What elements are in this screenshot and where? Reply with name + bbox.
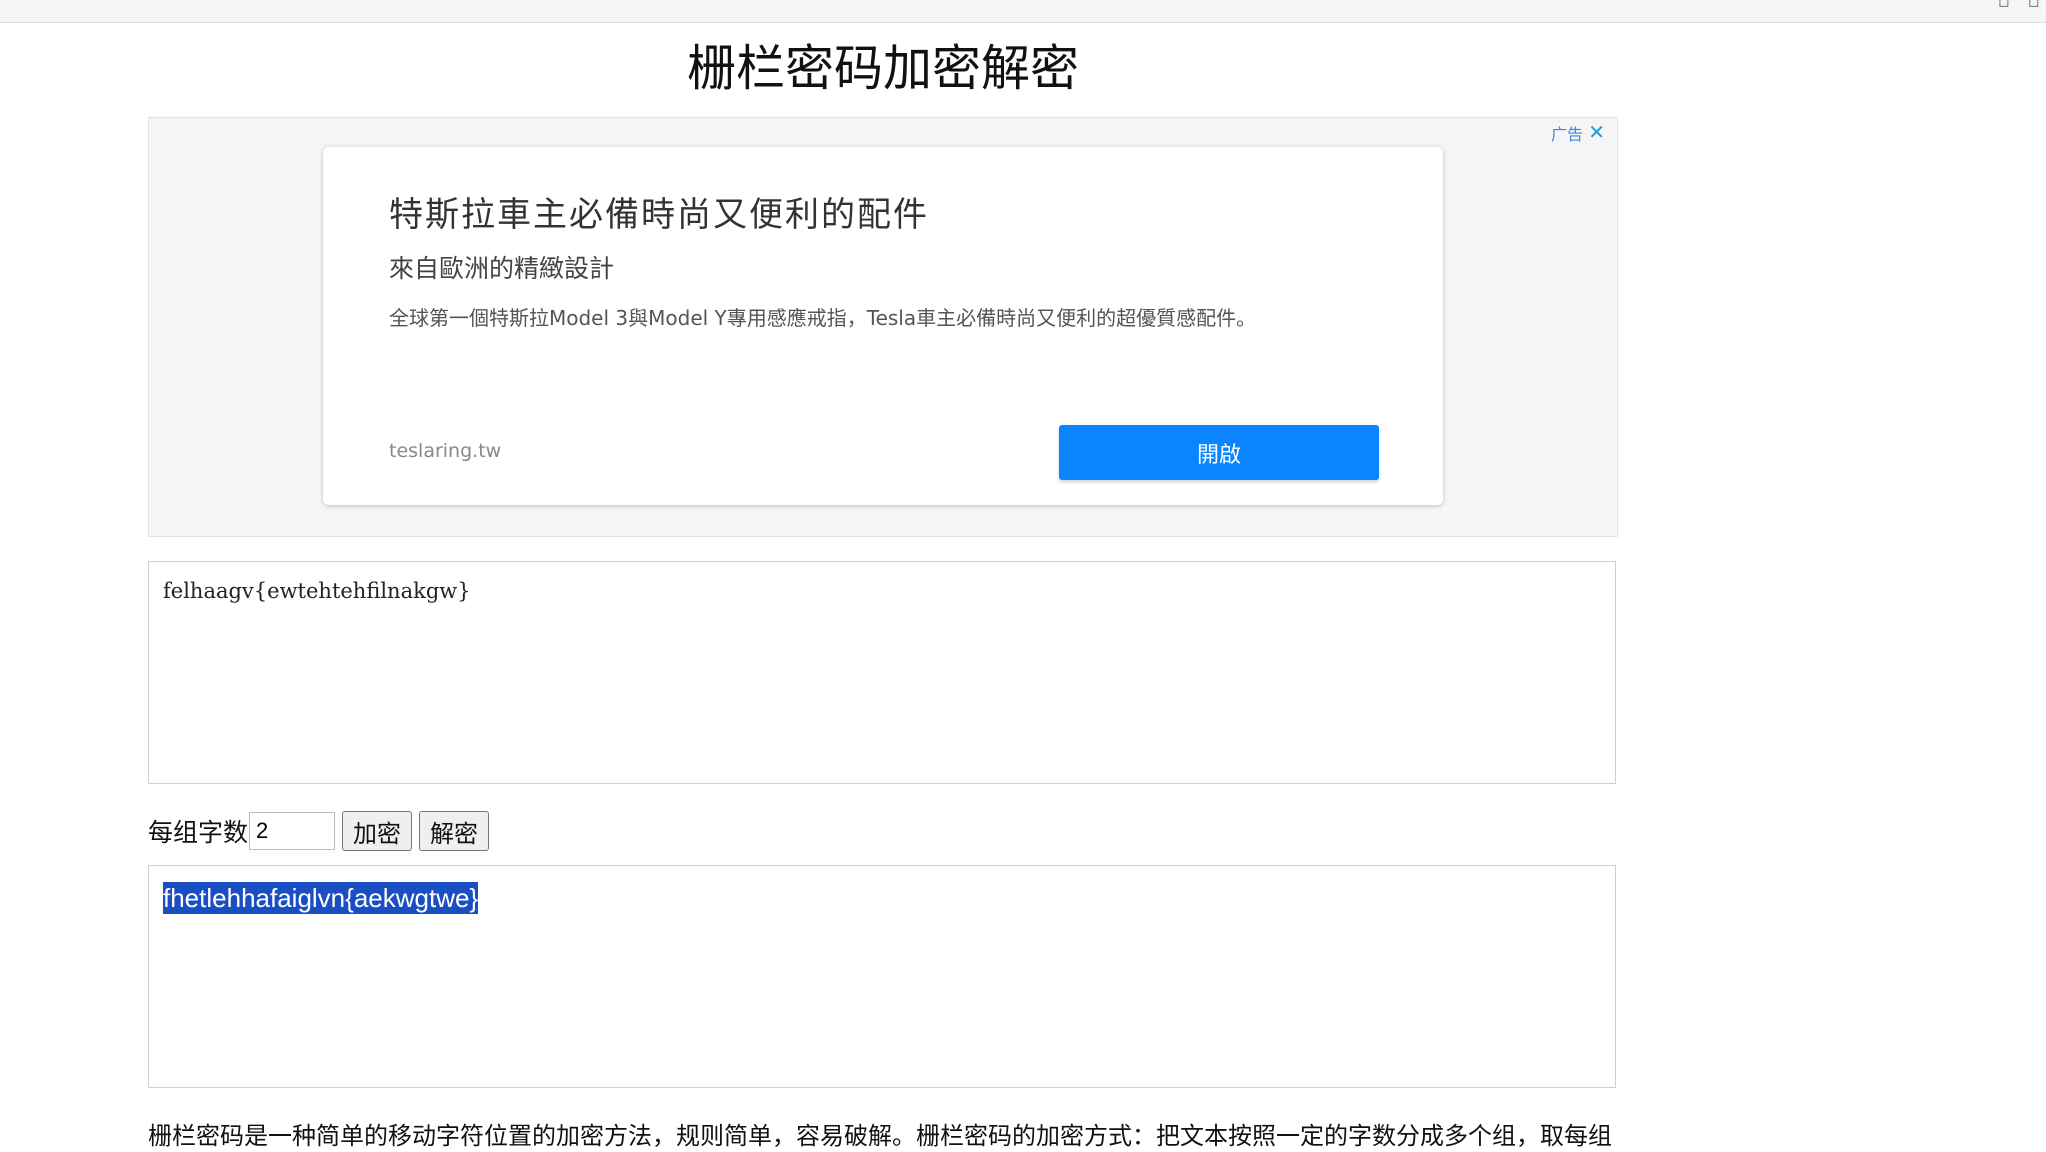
ad-open-button[interactable]: 開啟 [1059,425,1379,480]
group-size-label: 每组字数 [148,819,249,847]
group-size-input[interactable] [249,812,336,850]
close-icon[interactable]: ✕ [1588,120,1605,144]
input-textarea[interactable]: felhaagv{ewtehtehfilnakgw} [148,561,1616,784]
cipher-controls: 每组字数 加密 解密 [148,809,490,853]
ad-banner: 广告 ✕ 特斯拉車主必備時尚又便利的配件 來自歐洲的精緻設計 全球第一個特斯拉M… [148,117,1618,537]
cipher-description: 栅栏密码是一种简单的移动字符位置的加密方法，规则简单，容易破解。栅栏密码的加密方… [148,1122,1612,1150]
browser-top-bar: ▫ ▫ [0,0,2046,23]
ad-label[interactable]: 广告 [1551,121,1583,145]
page-container: 栅栏密码加密解密 广告 ✕ 特斯拉車主必備時尚又便利的配件 來自歐洲的精緻設計 … [148,22,1618,1150]
ad-card[interactable]: 特斯拉車主必備時尚又便利的配件 來自歐洲的精緻設計 全球第一個特斯拉Model … [323,147,1443,505]
decrypt-button[interactable]: 解密 [419,811,490,851]
ad-headline[interactable]: 特斯拉車主必備時尚又便利的配件 [389,187,929,236]
toolbar-icons[interactable]: ▫ ▫ [1998,0,2046,12]
output-selected-text[interactable]: fhetlehhafaiglvn{aekwgtwe} [163,882,479,914]
ad-subhead: 來自歐洲的精緻設計 [389,254,615,283]
ad-domain[interactable]: teslaring.tw [389,440,501,462]
page-title: 栅栏密码加密解密 [686,40,1079,97]
ad-description: 全球第一個特斯拉Model 3與Model Y專用感應戒指，Tesla車主必備時… [389,306,1257,330]
output-textarea[interactable]: fhetlehhafaiglvn{aekwgtwe} [148,865,1616,1088]
encrypt-button[interactable]: 加密 [342,811,413,851]
